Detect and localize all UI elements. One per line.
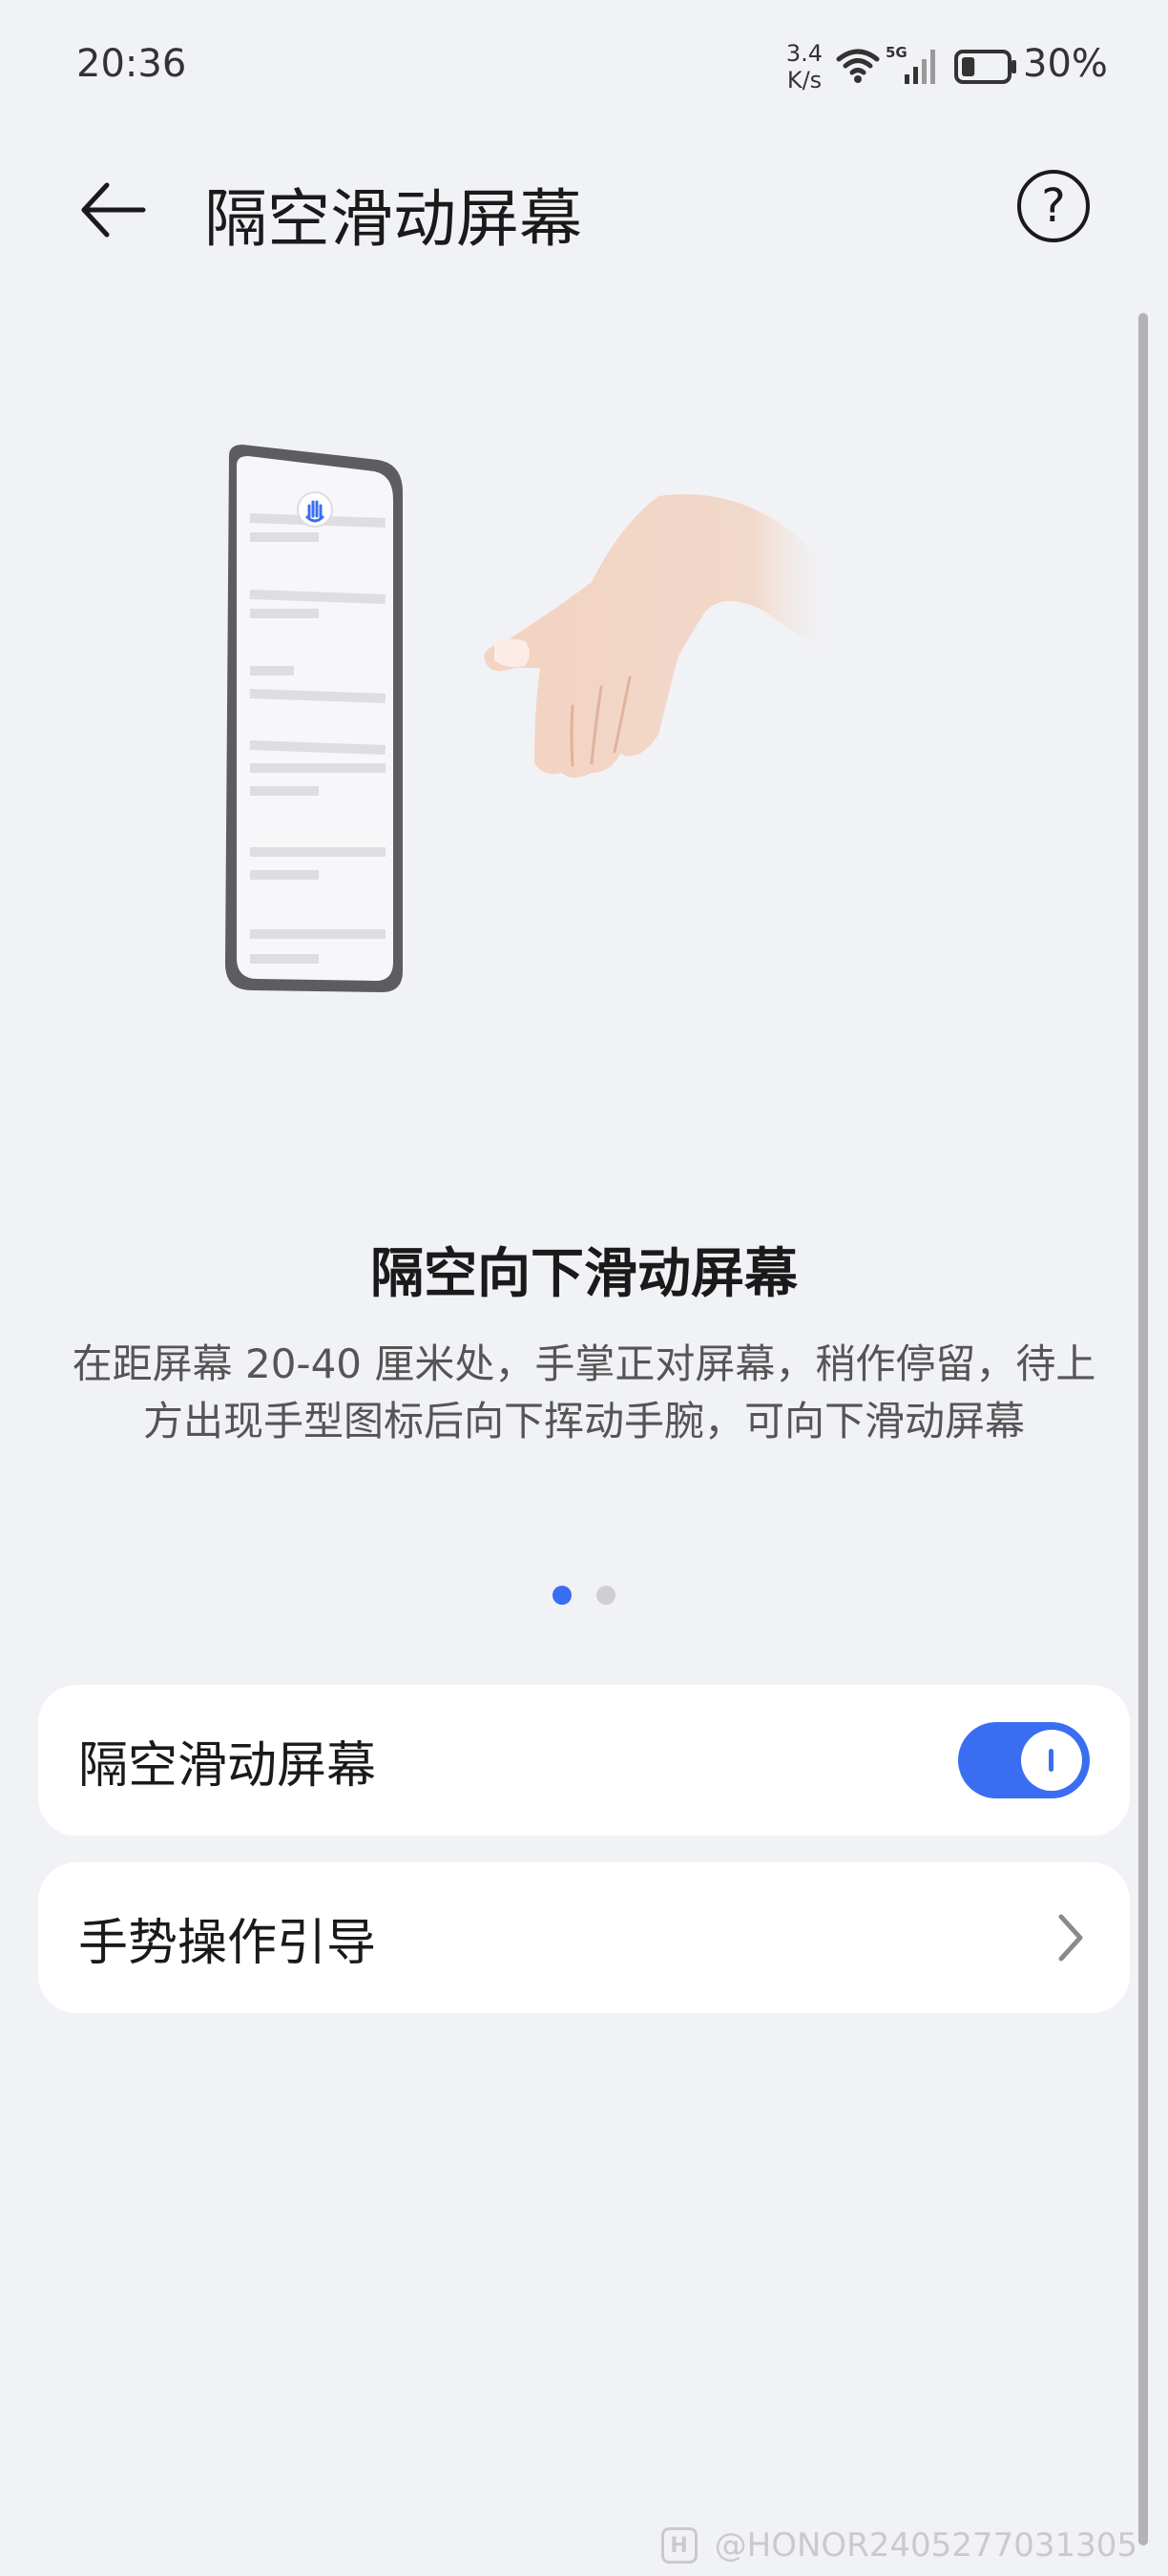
scrollbar[interactable] — [1138, 313, 1148, 2545]
status-bar: 20:36 3.4 K/s 5G 30% — [0, 0, 1168, 134]
arrow-left-icon — [81, 182, 146, 238]
phone-illustration — [225, 445, 403, 992]
gesture-illustration — [225, 445, 840, 992]
help-button[interactable]: ? — [1017, 170, 1090, 242]
battery-level-fill — [962, 57, 975, 76]
signal-5g-icon: 5G — [886, 44, 935, 84]
chevron-right-icon — [1058, 1914, 1083, 1962]
watermark-text: @HONOR2405277031305 — [714, 2526, 1137, 2565]
hand-illustration — [484, 494, 840, 778]
battery-icon — [954, 50, 1016, 84]
network-speed-unit: K/s — [786, 67, 823, 93]
page-title: 隔空滑动屏幕 — [204, 182, 582, 256]
watermark: H @HONOR2405277031305 — [660, 2526, 1137, 2565]
back-button[interactable] — [76, 172, 153, 248]
network-speed-value: 3.4 — [785, 40, 824, 67]
page-dot-1[interactable] — [553, 1586, 572, 1605]
help-icon: ? — [1041, 179, 1066, 233]
slide-description: 在距屏幕 20-40 厘米处，手掌正对屏幕，稍作停留，待上方出现手型图标后向下挥… — [72, 1340, 1096, 1444]
toggle-knob — [1021, 1730, 1082, 1791]
battery-percent: 30% — [1023, 42, 1108, 86]
page-indicator[interactable] — [0, 1586, 1168, 1605]
air-swipe-toggle-row[interactable]: 隔空滑动屏幕 — [38, 1685, 1130, 1836]
air-swipe-label: 隔空滑动屏幕 — [78, 1736, 377, 1795]
gesture-guide-row[interactable]: 手势操作引导 — [38, 1862, 1130, 2013]
slide-title: 隔空向下滑动屏幕 — [370, 1243, 798, 1305]
page-dot-2[interactable] — [596, 1586, 615, 1605]
status-time: 20:36 — [76, 42, 187, 86]
gesture-guide-label: 手势操作引导 — [78, 1914, 377, 1972]
network-speed: 3.4 K/s — [781, 40, 828, 93]
network-type-label: 5G — [886, 44, 907, 61]
wifi-icon — [836, 49, 880, 83]
honor-logo-icon: H — [660, 2527, 698, 2564]
air-swipe-toggle[interactable] — [958, 1722, 1090, 1798]
